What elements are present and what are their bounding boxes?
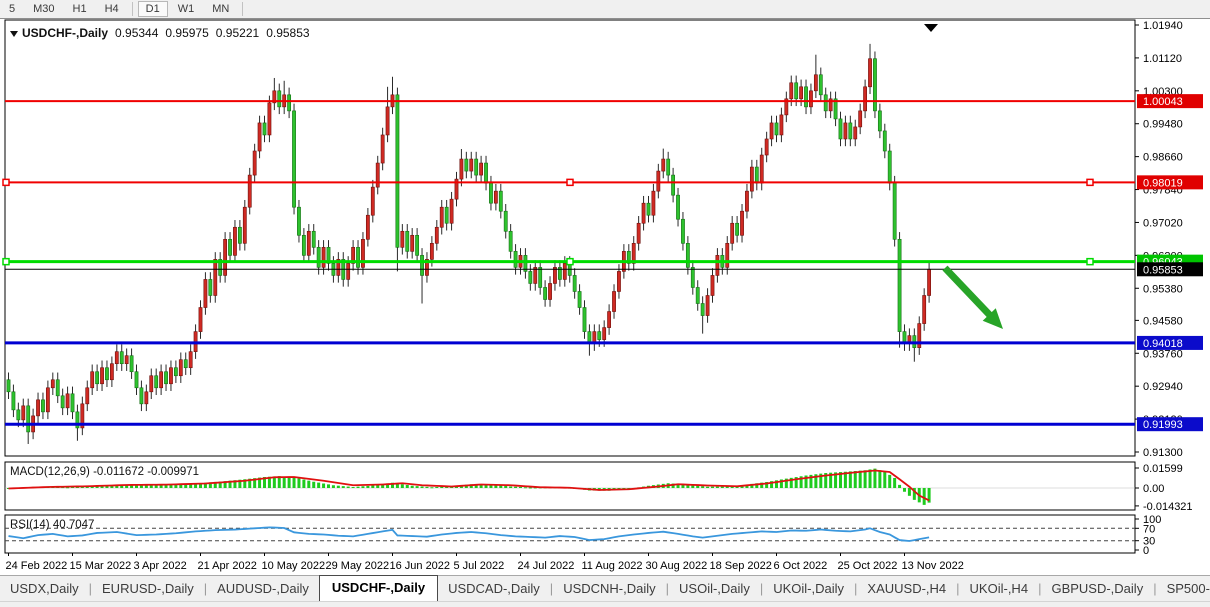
svg-text:0.93760: 0.93760: [1143, 348, 1183, 360]
macd-indicator-label: MACD(12,26,9) -0.011672 -0.009971: [10, 466, 199, 478]
svg-text:11 Aug 2022: 11 Aug 2022: [581, 560, 642, 572]
svg-text:0.91300: 0.91300: [1143, 447, 1183, 459]
toolbar-separator: [132, 2, 133, 16]
tab-usdchf-daily[interactable]: USDCHF-,Daily: [319, 575, 438, 601]
timeframe-button-h4[interactable]: H4: [97, 1, 127, 17]
ohlc-low: 0.95221: [216, 26, 259, 40]
svg-text:25 Oct 2022: 25 Oct 2022: [837, 560, 897, 572]
price-axis: 1.019401.011201.003000.994800.986600.978…: [1135, 20, 1183, 459]
svg-text:24 Jul 2022: 24 Jul 2022: [517, 560, 574, 572]
svg-text:18 Sep 2022: 18 Sep 2022: [709, 560, 771, 572]
time-axis: 24 Feb 202215 Mar 20223 Apr 2022 21 Apr 2…: [6, 553, 964, 572]
tab-ukoil-daily[interactable]: UKOil-,Daily: [763, 577, 854, 601]
rsi-name: RSI(14): [10, 519, 50, 531]
svg-text:0.94018: 0.94018: [1143, 338, 1183, 350]
chart-area: 1.019401.011201.003000.994800.986600.978…: [0, 19, 1210, 575]
main-price-panel: [5, 20, 1135, 456]
macd-axis: 0.01599 0.00 -0.014321: [1135, 463, 1193, 513]
symbol-dropdown-icon[interactable]: [10, 31, 18, 37]
timeframe-button-w1[interactable]: W1: [170, 1, 203, 17]
svg-text:0: 0: [1143, 545, 1149, 557]
tab-eurusd-daily[interactable]: EURUSD-,Daily: [92, 577, 204, 601]
tab-usoil-daily[interactable]: USOil-,Daily: [669, 577, 760, 601]
macd-name: MACD(12,26,9): [10, 466, 90, 478]
tab-ukoil-h4[interactable]: UKOil-,H4: [960, 577, 1039, 601]
svg-text:0.97020: 0.97020: [1143, 217, 1183, 229]
svg-text:0.01599: 0.01599: [1143, 463, 1183, 475]
svg-text:0.94580: 0.94580: [1143, 315, 1183, 327]
svg-text:0.92940: 0.92940: [1143, 381, 1183, 393]
timeframe-button-mn[interactable]: MN: [204, 1, 237, 17]
svg-text:24 Feb 2022: 24 Feb 2022: [6, 560, 68, 572]
chart-symbol-label: USDCHF-,Daily: [22, 26, 108, 40]
svg-text:0.95380: 0.95380: [1143, 283, 1183, 295]
window-bottom-strip: [0, 601, 1210, 607]
ohlc-high: 0.95975: [165, 26, 208, 40]
tab-audusd-daily[interactable]: AUDUSD-,Daily: [207, 577, 319, 601]
svg-text:0.99480: 0.99480: [1143, 119, 1183, 131]
svg-text:13 Nov 2022: 13 Nov 2022: [901, 560, 963, 572]
svg-text:5 Jul 2022: 5 Jul 2022: [453, 560, 504, 572]
tab-usdcnh-daily[interactable]: USDCNH-,Daily: [553, 577, 665, 601]
toolbar-separator: [242, 2, 243, 16]
tab-sp500-h4[interactable]: SP500-,H4: [1157, 577, 1210, 601]
ohlc-close: 0.95853: [266, 26, 309, 40]
rsi-indicator-label: RSI(14) 40.7047: [10, 519, 94, 531]
tab-xauusd-h4[interactable]: XAUUSD-,H4: [857, 577, 956, 601]
macd-values: -0.011672 -0.009971: [93, 466, 199, 478]
svg-text:70: 70: [1143, 523, 1155, 535]
tab-gbpusd-daily[interactable]: GBPUSD-,Daily: [1041, 577, 1153, 601]
svg-text:3 Apr 2022: 3 Apr 2022: [133, 560, 186, 572]
symbol-tab-bar: USDX,Daily|EURUSD-,Daily|AUDUSD-,DailyUS…: [0, 575, 1210, 601]
tab-usdx-daily[interactable]: USDX,Daily: [0, 577, 89, 601]
svg-text:16 Jun 2022: 16 Jun 2022: [389, 560, 450, 572]
tab-usdcad-daily[interactable]: USDCAD-,Daily: [438, 577, 550, 601]
rsi-axis: 10070300: [1135, 514, 1161, 557]
timeframe-button-5[interactable]: 5: [1, 1, 23, 17]
timeframe-button-d1[interactable]: D1: [138, 1, 168, 17]
timeframe-button-m30[interactable]: M30: [25, 1, 62, 17]
svg-text:0.98019: 0.98019: [1143, 177, 1183, 189]
timeframe-button-h1[interactable]: H1: [65, 1, 95, 17]
svg-text:0.98660: 0.98660: [1143, 152, 1183, 164]
svg-text:30 Aug 2022: 30 Aug 2022: [645, 560, 707, 572]
ohlc-open: 0.95344: [115, 26, 158, 40]
rsi-value: 40.7047: [53, 519, 95, 531]
svg-text:29 May 2022: 29 May 2022: [325, 560, 389, 572]
svg-text:0.91993: 0.91993: [1143, 419, 1183, 431]
svg-text:1.01940: 1.01940: [1143, 20, 1183, 32]
svg-text:15 Mar 2022: 15 Mar 2022: [69, 560, 131, 572]
svg-text:-0.014321: -0.014321: [1143, 501, 1193, 513]
svg-text:0.95853: 0.95853: [1143, 264, 1183, 276]
svg-text:21 Apr 2022: 21 Apr 2022: [197, 560, 256, 572]
chart-title: USDCHF-,Daily 0.95344 0.95975 0.95221 0.9585…: [10, 26, 310, 40]
svg-text:6 Oct 2022: 6 Oct 2022: [773, 560, 827, 572]
timeframe-toolbar: 5M30H1H4 D1W1MN: [0, 0, 1210, 19]
svg-text:1.01120: 1.01120: [1143, 53, 1182, 65]
svg-text:10 May 2022: 10 May 2022: [261, 560, 325, 572]
svg-text:1.00043: 1.00043: [1143, 96, 1183, 108]
svg-text:0.00: 0.00: [1143, 483, 1164, 495]
price-chart-canvas: 1.019401.011201.003000.994800.986600.978…: [0, 19, 1210, 575]
